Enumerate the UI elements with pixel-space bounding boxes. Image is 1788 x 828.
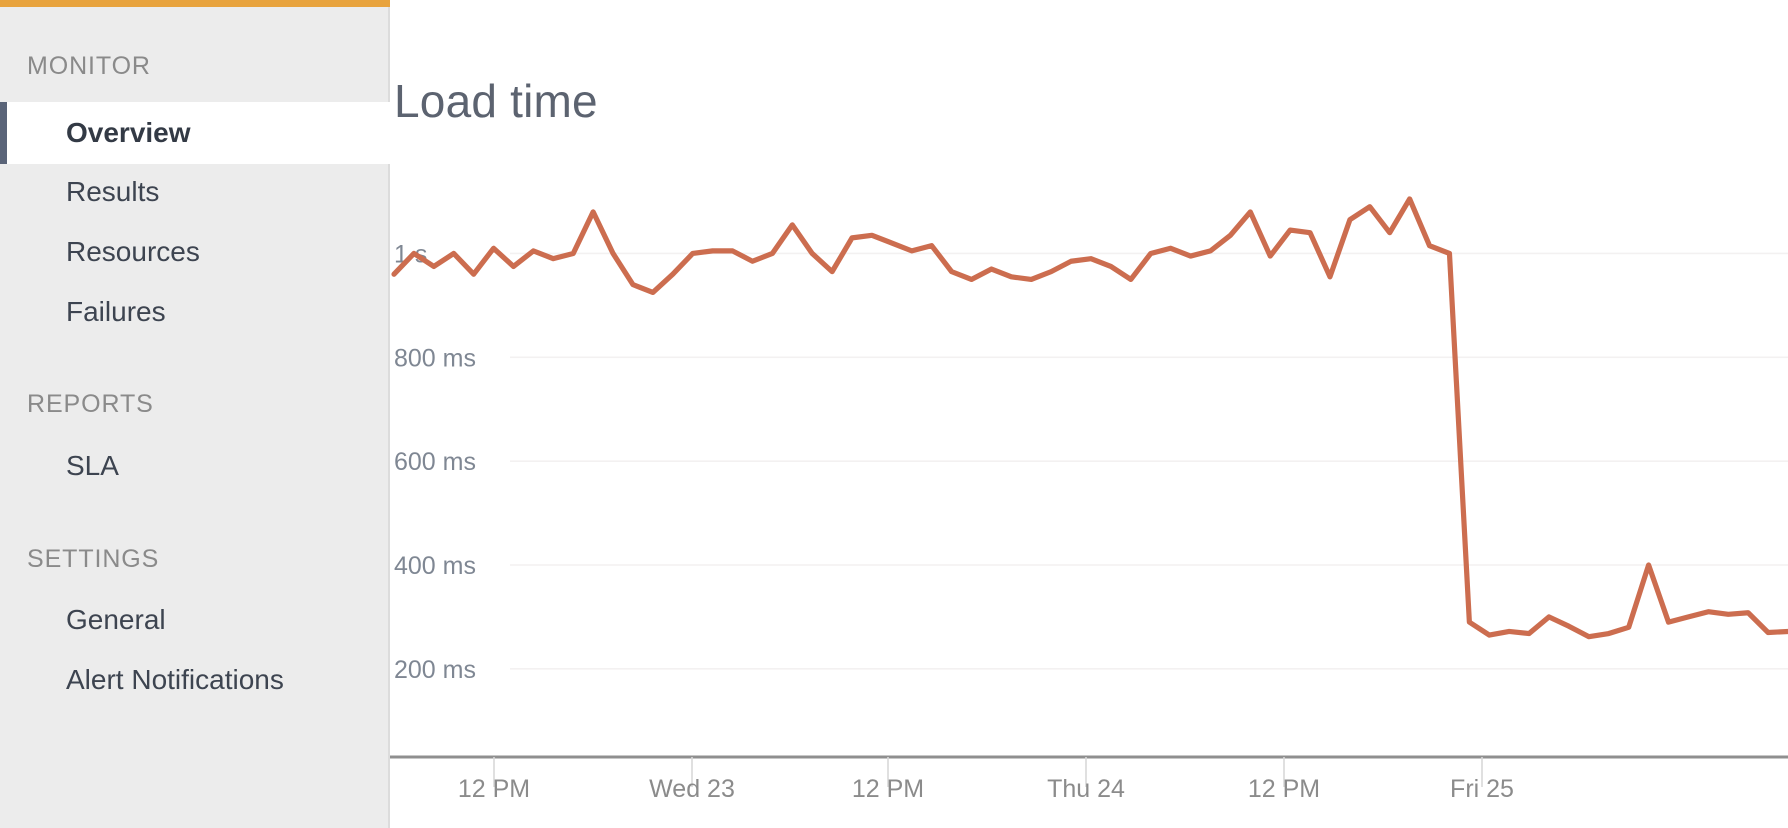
sidebar-item-general[interactable]: General [0,606,166,634]
sidebar-item-label: Failures [66,296,166,327]
y-axis-tick-label: 400 ms [394,552,476,580]
top-accent-bar [0,0,390,7]
load-time-series-line [391,196,1788,640]
sidebar-section-reports: REPORTS [27,390,154,418]
chart-svg: 1 s800 ms600 ms400 ms200 ms 12 PM Wed 23 1… [390,196,1788,803]
sidebar-item-label: Results [66,176,160,207]
sidebar-item-label: General [66,604,166,635]
x-axis-tick-label: Thu 24 [1047,775,1125,803]
sidebar-item-resources[interactable]: Resources [0,238,200,266]
sidebar-section-settings: SETTINGS [27,545,160,573]
sidebar-item-label: Alert Notifications [66,664,284,695]
sidebar-item-overview[interactable]: Overview [0,102,390,164]
app-root: MONITOR Overview Results Resources Failu… [0,0,1788,828]
sidebar: MONITOR Overview Results Resources Failu… [0,0,390,828]
x-axis-tick-label: Wed 23 [649,775,735,803]
main-content: Load time 1 s 800 ms 600 ms 400 ms 200 ms 12… [390,0,1788,828]
y-axis-tick-label: 600 ms [394,448,476,476]
x-axis-tick-label: Fri 25 [1450,775,1514,803]
sidebar-section-monitor: MONITOR [27,52,151,80]
sidebar-item-sla[interactable]: SLA [0,452,119,480]
load-time-chart[interactable]: 1 s 800 ms 600 ms 400 ms 200 ms 12 PM Wed 23 1… [390,0,1788,828]
x-axis-tick-label: 12 PM [1248,775,1320,803]
chart-series-group [391,196,1788,640]
sidebar-item-failures[interactable]: Failures [0,298,166,326]
chart-y-axis-labels: 1 s800 ms600 ms400 ms200 ms [394,240,476,683]
y-axis-tick-label: 800 ms [394,344,476,372]
x-axis-tick-label: 12 PM [458,775,530,803]
y-axis-tick-label: 200 ms [394,656,476,684]
sidebar-item-alert-notifications[interactable]: Alert Notifications [0,666,284,694]
sidebar-item-label: Overview [66,117,191,148]
x-axis-tick-label: 12 PM [852,775,924,803]
chart-x-axis-labels: 12 PM Wed 23 12 PM Thu 24 12 PM Fri 25 [458,775,1514,803]
sidebar-item-label: Resources [66,236,200,267]
chart-gridlines [510,252,1788,670]
sidebar-item-results[interactable]: Results [0,178,159,206]
sidebar-item-label: SLA [66,450,119,481]
